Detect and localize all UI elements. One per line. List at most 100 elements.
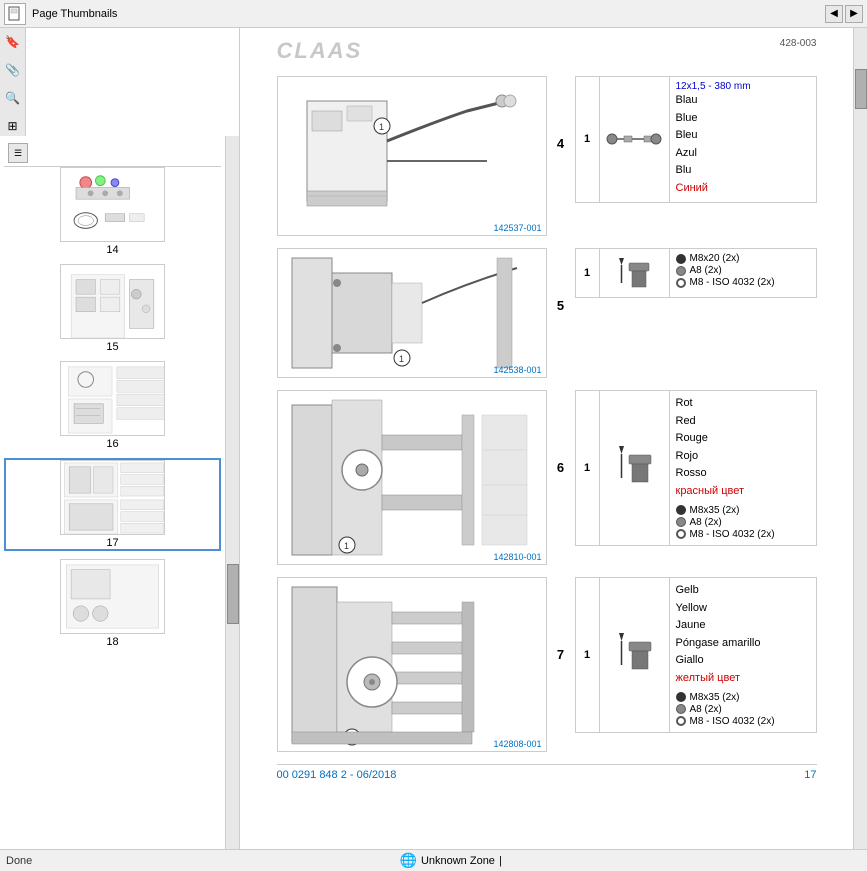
- diagram-ref-7: 142808-001: [493, 739, 541, 749]
- washer-text-6-1: A8 (2x): [690, 517, 722, 528]
- bolt-dot-7-1: [676, 692, 686, 702]
- washer-text-5-1: A8 (2x): [690, 265, 722, 276]
- part-langs-7-1: Gelb Yellow Jaune Póngase amarillo Giall…: [676, 582, 810, 688]
- washer-dot-6-1: [676, 517, 686, 527]
- claas-logo: CLAAS: [277, 38, 363, 64]
- doc-ref: 428-003: [780, 38, 817, 49]
- thumbnail-17[interactable]: 17: [4, 458, 221, 551]
- washer-dot-7-1: [676, 704, 686, 714]
- svg-text:1: 1: [379, 122, 384, 132]
- attach-icon[interactable]: 📎: [3, 60, 23, 80]
- thumb-img-17: [60, 460, 165, 535]
- section-num-5: 5: [547, 248, 575, 313]
- part-block-7-1: 1 Gelb: [575, 577, 817, 733]
- part-num-6-1: 1: [576, 391, 600, 545]
- parts-col-6: 1 Rot: [575, 390, 817, 546]
- nav-arrows: ◀ ▶: [825, 5, 863, 23]
- zone-separator: |: [499, 855, 502, 867]
- doc-footer: 00 0291 848 2 - 06/2018 17: [277, 764, 817, 781]
- nut-dot-5-1: [676, 278, 686, 288]
- main-area: 🔖 📎 🔍 ⊞ ☰: [0, 28, 867, 849]
- parts-col-5: 1: [575, 248, 817, 298]
- search-icon[interactable]: 🔍: [3, 88, 23, 108]
- footer-page-number: 17: [804, 769, 816, 781]
- part-desc-5-1: M8x20 (2x) A8 (2x) M8 - ISO 4032 (2x): [670, 249, 816, 297]
- layers-icon[interactable]: ⊞: [3, 116, 23, 136]
- doc-page: CLAAS 428-003: [267, 28, 827, 791]
- part-block-4-1: 1: [575, 76, 817, 203]
- part-num-5-1: 1: [576, 249, 600, 297]
- thumb-label-14: 14: [4, 244, 221, 256]
- diagram-ref-6: 142810-001: [493, 552, 541, 562]
- part-icon-6-1: [600, 391, 670, 545]
- thumb-label-16: 16: [4, 438, 221, 450]
- part-row-6-1: 1 Rot: [576, 391, 816, 545]
- thumb-label-18: 18: [4, 636, 221, 648]
- section-num-7: 7: [547, 577, 575, 662]
- thumbnail-15[interactable]: 15: [4, 264, 221, 353]
- svg-text:1: 1: [399, 354, 404, 364]
- footer-doc-number: 00 0291 848 2 - 06/2018: [277, 769, 397, 781]
- bookmark-icon[interactable]: 🔖: [3, 32, 23, 52]
- svg-text:1: 1: [344, 541, 349, 551]
- section-6: 1 142810-001 6 1: [277, 390, 817, 565]
- bolt-text-6-1: M8x35 (2x): [690, 505, 740, 516]
- part-row-4-1: 1: [576, 77, 816, 202]
- sidebar-scrollbar[interactable]: [225, 136, 239, 849]
- thumb-img-15: [60, 264, 165, 339]
- part-num-4-1: 1: [576, 77, 600, 202]
- part-icon-4-1: [600, 77, 670, 202]
- part-block-6-1: 1 Rot: [575, 390, 817, 546]
- thumbnail-16[interactable]: 16: [4, 361, 221, 450]
- washer-text-7-1: A8 (2x): [690, 704, 722, 715]
- diagram-4: 1 142537-001: [277, 76, 547, 236]
- section-4: 1 142537-001 4 1: [277, 76, 817, 236]
- thumb-img-18: [60, 559, 165, 634]
- part-row-5-1: 1: [576, 249, 816, 297]
- view-mode-button[interactable]: ☰: [8, 143, 28, 163]
- section-7: 1 142808-001 7 1: [277, 577, 817, 752]
- thumbnail-14[interactable]: 14: [4, 167, 221, 256]
- bolt-dot-6-1: [676, 505, 686, 515]
- nut-text-7-1: M8 - ISO 4032 (2x): [690, 716, 775, 727]
- top-bar: Page Thumbnails ◀ ▶: [0, 0, 867, 28]
- part-block-5-1: 1: [575, 248, 817, 298]
- part-desc-4-1: 12x1,5 - 380 mm Blau Blue Bleu Azul Blu …: [670, 77, 816, 202]
- nut-dot-6-1: [676, 529, 686, 539]
- page-thumbnails-icon: [4, 3, 26, 25]
- nut-dot-7-1: [676, 716, 686, 726]
- right-scrollbar[interactable]: [853, 28, 867, 849]
- thumb-label-15: 15: [4, 341, 221, 353]
- parts-col-4: 1: [575, 76, 817, 203]
- part-num-7-1: 1: [576, 578, 600, 732]
- washer-dot-5-1: [676, 266, 686, 276]
- section-num-6: 6: [547, 390, 575, 475]
- thumb-label-17: 17: [6, 537, 219, 549]
- prev-page-button[interactable]: ◀: [825, 5, 843, 23]
- bolt-text-5-1: M8x20 (2x): [690, 253, 740, 264]
- part-icon-7-1: [600, 578, 670, 732]
- zone-area: 🌐 Unknown Zone |: [400, 852, 502, 869]
- part-langs-4-1: Blau Blue Bleu Azul Blu Синий: [676, 92, 810, 198]
- panel-title: Page Thumbnails: [32, 8, 117, 20]
- diagram-7: 1 142808-001: [277, 577, 547, 752]
- status-done: Done: [6, 855, 32, 867]
- section-5: 1 142538-001 5 1: [277, 248, 817, 378]
- diagram-6: 1 142810-001: [277, 390, 547, 565]
- part-desc-7-1: Gelb Yellow Jaune Póngase amarillo Giall…: [670, 578, 816, 732]
- diagram-5: 1 142538-001: [277, 248, 547, 378]
- next-page-button[interactable]: ▶: [845, 5, 863, 23]
- diagram-box-5: 1 142538-001: [277, 248, 547, 378]
- thumbnail-list: ☰: [0, 136, 225, 849]
- nut-text-5-1: M8 - ISO 4032 (2x): [690, 277, 775, 288]
- part-langs-6-1: Rot Red Rouge Rojo Rosso красный цвет: [676, 395, 810, 501]
- part-row-7-1: 1 Gelb: [576, 578, 816, 732]
- document-content: CLAAS 428-003: [240, 28, 853, 849]
- sidebar-scroll-thumb[interactable]: [227, 564, 239, 624]
- thumbnail-18[interactable]: 18: [4, 559, 221, 648]
- thumb-img-16: [60, 361, 165, 436]
- right-scroll-thumb[interactable]: [855, 69, 867, 109]
- part-name-4-1: 12x1,5 - 380 mm: [676, 81, 810, 92]
- sidebar-toolbar: ☰: [4, 140, 221, 167]
- diagram-ref-5: 142538-001: [493, 365, 541, 375]
